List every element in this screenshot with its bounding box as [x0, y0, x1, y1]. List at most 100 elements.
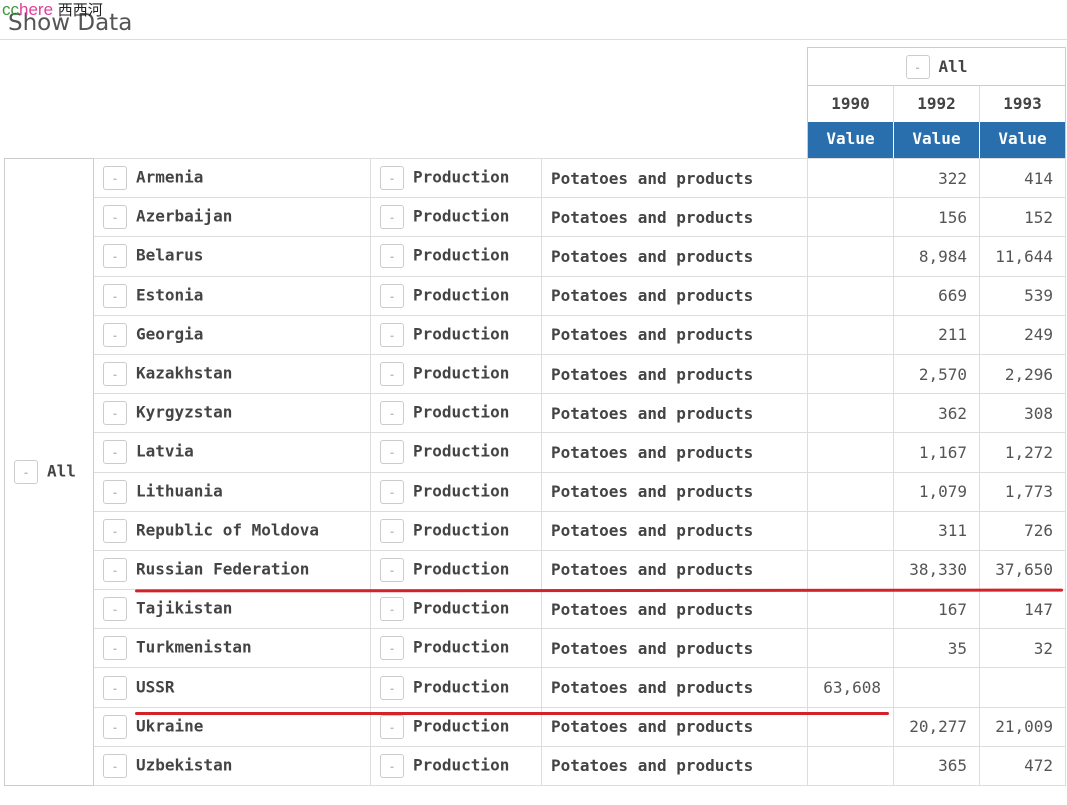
- value-cell: 147: [979, 589, 1066, 630]
- collapse-toggle[interactable]: -: [380, 283, 404, 308]
- collapse-toggle[interactable]: -: [380, 205, 404, 230]
- element-cell: - Production: [370, 236, 542, 277]
- value-cell: 1,079: [893, 471, 980, 512]
- year-header[interactable]: 1993: [979, 86, 1065, 122]
- element-cell: - Production: [370, 432, 542, 473]
- value-cell: [979, 667, 1066, 708]
- collapse-toggle[interactable]: -: [380, 597, 404, 622]
- collapse-toggle[interactable]: -: [380, 362, 404, 387]
- country-cell: - Georgia: [93, 314, 371, 355]
- element-label: Production: [413, 637, 510, 657]
- collapse-toggle[interactable]: -: [380, 440, 404, 465]
- element-label: Production: [413, 324, 510, 344]
- value-cell: [807, 314, 894, 355]
- row-all-cell: - All: [4, 158, 94, 786]
- collapse-toggle[interactable]: -: [103, 322, 127, 347]
- pivot-table: - All - Armenia - Production Potatoes and prod…: [4, 157, 1066, 787]
- collapse-rows-toggle[interactable]: -: [14, 460, 38, 484]
- element-cell: - Production: [370, 471, 542, 512]
- country-cell: - Estonia: [93, 275, 371, 316]
- collapse-toggle[interactable]: -: [380, 636, 404, 661]
- table-row: - Lithuania - Production Potatoes and produc…: [5, 471, 1066, 512]
- element-cell: - Production: [370, 197, 542, 238]
- element-label: Production: [413, 677, 510, 697]
- country-cell: - Republic of Moldova: [93, 510, 371, 551]
- element-label: Production: [413, 363, 510, 383]
- country-label: Latvia: [136, 441, 194, 461]
- collapse-toggle[interactable]: -: [103, 479, 127, 504]
- country-cell: - Latvia: [93, 432, 371, 473]
- collapse-toggle[interactable]: -: [380, 479, 404, 504]
- collapse-toggle[interactable]: -: [380, 166, 404, 191]
- item-cell: Potatoes and products: [541, 236, 808, 277]
- value-cell: [807, 275, 894, 316]
- element-label: Production: [413, 245, 510, 265]
- item-cell: Potatoes and products: [541, 314, 808, 355]
- value-cell: 322: [893, 157, 980, 199]
- table-row: - Uzbekistan - Production Potatoes and produ…: [5, 745, 1066, 787]
- collapse-toggle[interactable]: -: [103, 205, 127, 230]
- collapse-toggle[interactable]: -: [103, 557, 127, 582]
- collapse-toggle[interactable]: -: [103, 166, 127, 191]
- country-label: Lithuania: [136, 481, 223, 501]
- measure-header[interactable]: Value: [808, 122, 893, 158]
- item-cell: Potatoes and products: [541, 549, 808, 591]
- country-label: USSR: [136, 677, 175, 697]
- table-row: - Russian Federation - Production Potatoes a…: [5, 549, 1066, 591]
- year-header[interactable]: 1992: [893, 86, 979, 122]
- country-cell: - Lithuania: [93, 471, 371, 512]
- element-label: Production: [413, 520, 510, 540]
- collapse-toggle[interactable]: -: [380, 675, 404, 700]
- element-cell: - Production: [370, 353, 542, 395]
- collapse-toggle[interactable]: -: [103, 362, 127, 387]
- value-cell: 669: [893, 275, 980, 316]
- collapse-toggle[interactable]: -: [380, 322, 404, 347]
- watermark-here: here: [19, 0, 54, 19]
- value-cell: [807, 197, 894, 238]
- collapse-toggle[interactable]: -: [103, 401, 127, 426]
- element-cell: - Production: [370, 589, 542, 630]
- item-cell: Potatoes and products: [541, 157, 808, 199]
- measure-header-row: Value Value Value: [808, 122, 1065, 158]
- value-cell: 211: [893, 314, 980, 355]
- collapse-toggle[interactable]: -: [380, 244, 404, 269]
- collapse-toggle[interactable]: -: [103, 636, 127, 661]
- value-cell: [807, 393, 894, 434]
- value-cell: [807, 510, 894, 551]
- measure-header[interactable]: Value: [893, 122, 979, 158]
- collapse-toggle[interactable]: -: [103, 440, 127, 465]
- year-header-row: 1990 1992 1993: [808, 86, 1065, 122]
- collapse-toggle[interactable]: -: [103, 518, 127, 543]
- value-cell: [807, 471, 894, 512]
- collapse-toggle[interactable]: -: [103, 675, 127, 700]
- country-cell: - USSR: [93, 667, 371, 708]
- collapse-toggle[interactable]: -: [103, 714, 127, 739]
- collapse-toggle[interactable]: -: [380, 557, 404, 582]
- value-cell: 152: [979, 197, 1066, 238]
- item-cell: Potatoes and products: [541, 510, 808, 551]
- collapse-toggle[interactable]: -: [103, 753, 127, 778]
- table-row: - Estonia - Production Potatoes and products…: [5, 275, 1066, 316]
- column-header: - All 1990 1992 1993 Value Value Value: [807, 47, 1066, 158]
- country-label: Kyrgyzstan: [136, 402, 233, 422]
- collapse-toggle[interactable]: -: [380, 753, 404, 778]
- value-cell: 539: [979, 275, 1066, 316]
- value-cell: 472: [979, 745, 1066, 787]
- year-header[interactable]: 1990: [808, 86, 893, 122]
- collapse-toggle[interactable]: -: [103, 597, 127, 622]
- value-cell: 311: [893, 510, 980, 551]
- value-cell: 308: [979, 393, 1066, 434]
- collapse-toggle[interactable]: -: [380, 401, 404, 426]
- collapse-columns-toggle[interactable]: -: [905, 54, 930, 79]
- item-cell: Potatoes and products: [541, 393, 808, 434]
- collapse-toggle[interactable]: -: [380, 714, 404, 739]
- value-cell: 35: [893, 628, 980, 669]
- country-cell: - Turkmenistan: [93, 628, 371, 669]
- collapse-toggle[interactable]: -: [380, 518, 404, 543]
- collapse-toggle[interactable]: -: [103, 244, 127, 269]
- collapse-toggle[interactable]: -: [103, 283, 127, 308]
- table-row: - Turkmenistan - Production Potatoes and pro…: [5, 628, 1066, 669]
- country-label: Turkmenistan: [136, 637, 252, 657]
- measure-header[interactable]: Value: [979, 122, 1065, 158]
- country-cell: - Kyrgyzstan: [93, 393, 371, 434]
